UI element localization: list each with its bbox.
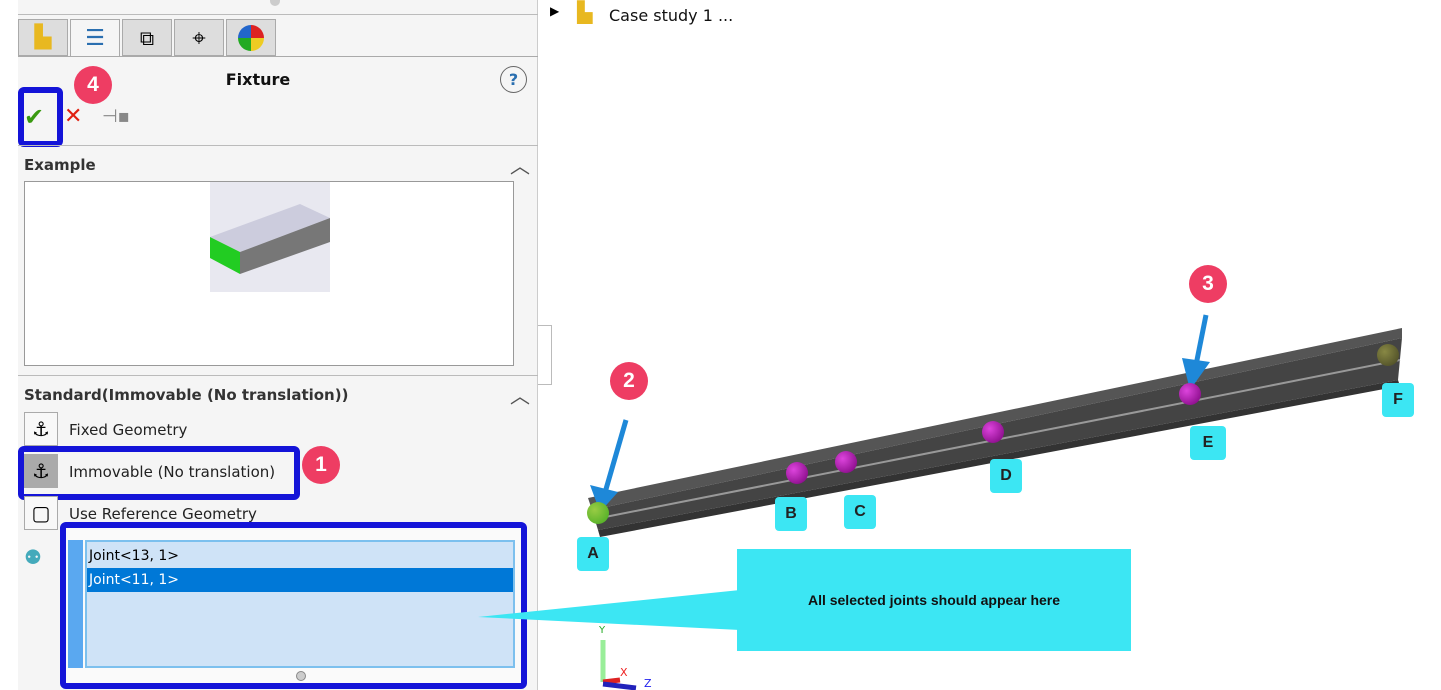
axis-z [602, 681, 637, 690]
callout-box: All selected joints should appear here [737, 549, 1131, 651]
joint-label-e: E [1190, 426, 1226, 460]
joint-c-marker[interactable] [835, 451, 857, 473]
axis-x-label: X [620, 666, 628, 679]
joint-label-f: F [1382, 383, 1414, 417]
axis-x [602, 677, 621, 685]
axis-z-label: Z [644, 677, 652, 690]
step-badge-3: 3 [1189, 265, 1227, 303]
joint-a-marker[interactable] [587, 502, 609, 524]
axis-y-label: Y [599, 625, 606, 636]
model-viewport[interactable] [0, 0, 1441, 690]
callout-pointer [478, 590, 740, 630]
joint-label-d: D [990, 459, 1022, 493]
joint-d-marker[interactable] [982, 421, 1004, 443]
joint-f-marker[interactable] [1377, 344, 1399, 366]
joint-label-b: B [775, 497, 807, 531]
joint-label-c: C [844, 495, 876, 529]
joint-b-marker[interactable] [786, 462, 808, 484]
joint-label-a: A [577, 537, 609, 571]
joint-e-marker[interactable] [1179, 383, 1201, 405]
step-badge-2: 2 [610, 362, 648, 400]
